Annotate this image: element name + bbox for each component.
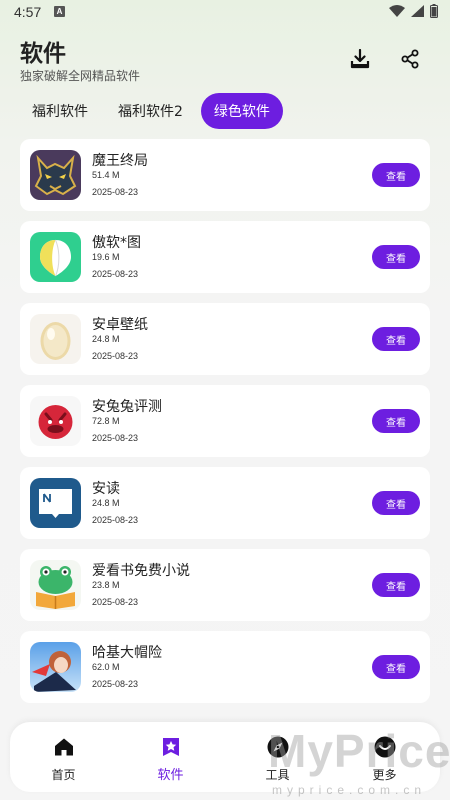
watermark: MyPrice xyxy=(268,725,450,777)
view-button[interactable]: 查看 xyxy=(372,655,420,679)
app-name: 哈基大帽险 xyxy=(92,645,162,661)
anime-character-icon xyxy=(30,642,81,692)
app-size: 51.4 M xyxy=(92,170,120,180)
app-size: 24.8 M xyxy=(92,334,120,344)
app-date: 2025-08-23 xyxy=(92,597,139,607)
notification-icon: A xyxy=(54,6,65,17)
nav-label: 软件 xyxy=(157,768,184,783)
view-button[interactable]: 查看 xyxy=(372,573,420,597)
frog-book-icon xyxy=(30,560,81,610)
tab-green-software[interactable]: 绿色软件 xyxy=(200,93,283,129)
app-size: 23.8 M xyxy=(92,580,120,590)
app-date: 2025-08-23 xyxy=(92,679,139,689)
app-size: 62.0 M xyxy=(92,662,120,672)
app-list: 魔王终局 51.4 M 2025-08-23 查看 傲软*图 19.6 M 20… xyxy=(20,139,430,713)
app-date: 2025-08-23 xyxy=(92,269,139,279)
download-button[interactable] xyxy=(347,46,373,72)
list-item[interactable]: 安兔兔评测 72.8 M 2025-08-23 查看 xyxy=(20,385,430,457)
antutu-icon xyxy=(30,396,81,446)
share-icon xyxy=(401,49,419,69)
share-button[interactable] xyxy=(397,46,423,72)
watermark-url: myprice.com.cn xyxy=(272,783,427,797)
egg-icon xyxy=(30,314,81,364)
nav-item-software[interactable]: 软件 xyxy=(117,722,224,792)
nav-item-home[interactable]: 首页 xyxy=(10,722,117,792)
app-date: 2025-08-23 xyxy=(92,351,139,361)
list-item[interactable]: 傲软*图 19.6 M 2025-08-23 查看 xyxy=(20,221,430,293)
app-name: 安读 xyxy=(92,481,120,497)
demon-king-icon xyxy=(30,150,81,200)
app-name: 魔王终局 xyxy=(92,153,148,169)
download-tray-icon xyxy=(350,49,370,69)
view-button[interactable]: 查看 xyxy=(372,491,420,515)
home-icon xyxy=(53,736,75,758)
view-button[interactable]: 查看 xyxy=(372,327,420,351)
status-bar: 4:57 A xyxy=(0,0,450,24)
app-name: 傲软*图 xyxy=(92,235,141,251)
star-badge-icon xyxy=(160,736,182,758)
app-name: 安兔兔评测 xyxy=(92,399,162,415)
list-item[interactable]: 哈基大帽险 62.0 M 2025-08-23 查看 xyxy=(20,631,430,703)
list-item[interactable]: 安读 24.8 M 2025-08-23 查看 xyxy=(20,467,430,539)
battery-icon xyxy=(430,4,438,18)
app-size: 19.6 M xyxy=(92,252,120,262)
page-subtitle: 独家破解全网精品软件 xyxy=(20,69,141,83)
wifi-icon xyxy=(389,5,405,17)
view-button[interactable]: 查看 xyxy=(372,245,420,269)
signal-icon xyxy=(411,5,424,17)
app-size: 72.8 M xyxy=(92,416,120,426)
tab-welfare-software[interactable]: 福利软件 xyxy=(20,93,100,129)
status-time: 4:57 xyxy=(14,4,42,20)
view-button[interactable]: 查看 xyxy=(372,163,420,187)
list-item[interactable]: 爱看书免费小说 23.8 M 2025-08-23 查看 xyxy=(20,549,430,621)
app-name: 安卓壁纸 xyxy=(92,317,148,333)
app-name: 爱看书免费小说 xyxy=(92,563,190,579)
tab-welfare-software-2[interactable]: 福利软件2 xyxy=(106,93,195,129)
nav-label: 首页 xyxy=(51,768,76,782)
list-item[interactable]: 魔王终局 51.4 M 2025-08-23 查看 xyxy=(20,139,430,211)
category-tabs: 福利软件 福利软件2 绿色软件 xyxy=(20,93,283,129)
app-date: 2025-08-23 xyxy=(92,187,139,197)
app-size: 24.8 M xyxy=(92,498,120,508)
list-item[interactable]: 安卓壁纸 24.8 M 2025-08-23 查看 xyxy=(20,303,430,375)
app-date: 2025-08-23 xyxy=(92,515,139,525)
book-chat-icon xyxy=(30,478,81,528)
page-title: 软件 xyxy=(20,41,66,67)
view-button[interactable]: 查看 xyxy=(372,409,420,433)
status-icons xyxy=(389,4,438,18)
green-shield-icon xyxy=(30,232,81,282)
app-date: 2025-08-23 xyxy=(92,433,139,443)
